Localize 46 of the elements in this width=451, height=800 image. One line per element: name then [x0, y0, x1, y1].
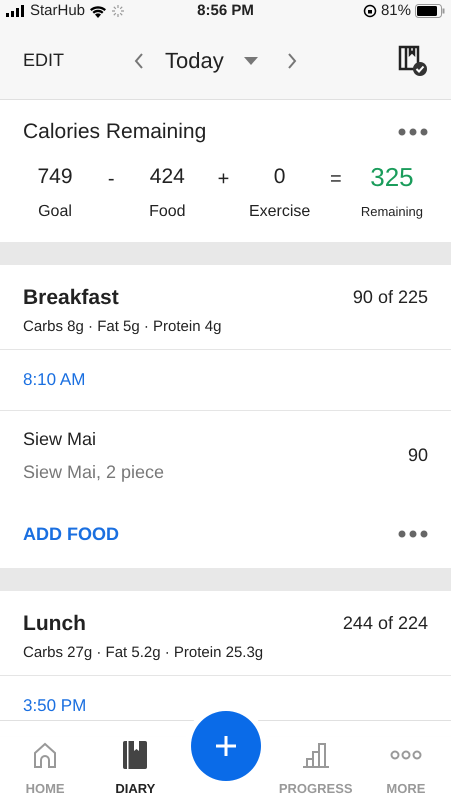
plus-icon: [214, 734, 238, 758]
food-calories: 90: [408, 444, 428, 467]
calorie-value: 424: [150, 164, 185, 190]
more-options-icon[interactable]: [398, 128, 428, 136]
more-options-icon[interactable]: [398, 530, 428, 538]
value-label: Food: [149, 202, 186, 222]
food-row[interactable]: Siew Mai Siew Mai, 2 piece 90: [0, 410, 451, 500]
meal-title: Lunch: [23, 610, 86, 636]
value-label: Exercise: [248, 202, 310, 222]
add-food-button[interactable]: ADD FOOD: [23, 520, 119, 548]
spinner-icon: [111, 4, 126, 18]
operator-sign: =: [330, 166, 342, 192]
bar-chart-icon: [300, 740, 331, 768]
operator-sign: +: [218, 166, 230, 192]
operator-sign: -: [108, 166, 114, 192]
calorie-value: 0: [274, 164, 286, 190]
rotation-lock-icon: [362, 4, 377, 18]
food-detail: Siew Mai, 2 piece: [23, 460, 164, 484]
wifi-icon: [89, 4, 108, 18]
edit-button[interactable]: EDIT: [23, 47, 133, 74]
meal-total: 244 of 224: [342, 612, 428, 635]
macros-text: Carbs 8g · Fat 5g · Protein 4g: [23, 317, 222, 337]
macros-text: Carbs 27g · Fat 5.2g · Protein 25.3g: [23, 643, 264, 663]
meal-time: 8:10 AM: [23, 370, 86, 388]
meal-title: Breakfast: [23, 284, 119, 310]
carrier-name: StarHub: [30, 0, 86, 21]
value-label: Remaining: [360, 202, 424, 221]
previous-icon[interactable]: [133, 52, 145, 70]
card-title: Calories Remaining: [23, 119, 206, 145]
meal-total: 90 of 225: [352, 286, 428, 309]
tab[interactable]: DIARY: [90, 738, 180, 798]
value-label: Goal: [38, 202, 72, 222]
battery-percent: 81%: [380, 0, 411, 21]
next-icon[interactable]: [286, 52, 298, 70]
more-icon: [390, 750, 422, 760]
date-picker[interactable]: Today: [157, 44, 232, 77]
food-name: Siew Mai: [23, 428, 98, 450]
caret-icon: [244, 56, 258, 64]
clock-time: 8:56 PM: [197, 0, 254, 21]
battery-icon: [414, 4, 445, 18]
remaining-value: 325: [370, 164, 414, 190]
book-check-icon[interactable]: [398, 44, 428, 76]
book-icon: [121, 740, 150, 770]
calorie-value: 749: [37, 164, 73, 190]
meal-time: 3:50 PM: [23, 696, 86, 714]
signal-icon: [6, 5, 26, 17]
